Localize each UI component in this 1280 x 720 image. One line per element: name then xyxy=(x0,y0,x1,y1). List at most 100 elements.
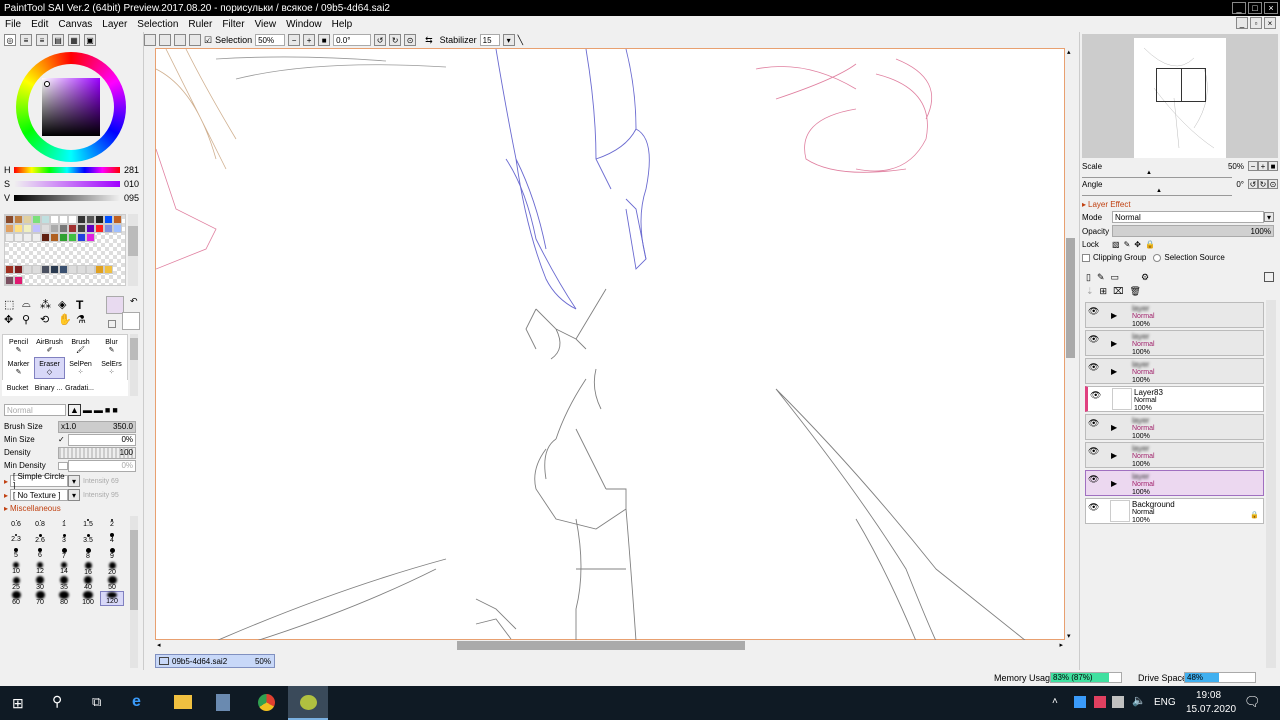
shape-intensity[interactable]: Intensity 69 xyxy=(83,478,119,485)
brush-shape-5-icon[interactable]: ■ xyxy=(112,405,117,415)
min-density-checkbox[interactable] xyxy=(58,461,68,470)
undo-button[interactable] xyxy=(144,34,156,46)
h-value[interactable]: 281 xyxy=(124,165,139,175)
line-tool-icon[interactable]: ╲ xyxy=(518,35,523,46)
stabilizer-dropdown-icon[interactable]: ▾ xyxy=(502,34,515,46)
minimize-button[interactable]: _ xyxy=(1232,2,1246,14)
min-size-checkbox[interactable]: ✓ xyxy=(58,435,68,444)
vertical-scrollbar[interactable]: ▴ ▾ xyxy=(1065,48,1077,640)
layer-row[interactable]: 👁 ▶ layer Normal 100% xyxy=(1085,330,1264,356)
edge-browser-icon[interactable]: e xyxy=(132,693,141,711)
angle-select[interactable]: 0.0° xyxy=(333,34,372,46)
brush-size-field[interactable]: x1.0 350.0 xyxy=(58,420,136,433)
lock-transparency-icon[interactable]: ▧ xyxy=(1112,240,1120,249)
rgb-slider-tab-icon[interactable]: ≡ xyxy=(20,34,32,46)
brush-size-preset[interactable]: 5 xyxy=(4,546,28,561)
nav-rotate-reset-button[interactable]: ⊙ xyxy=(1268,179,1278,189)
visibility-eye-icon[interactable]: 👁 xyxy=(1088,474,1100,484)
brush-texture-select[interactable]: [ No Texture ] xyxy=(10,489,69,501)
merge-down-icon[interactable]: ⊞ xyxy=(1100,286,1108,297)
brush-size-preset[interactable]: 0.6 xyxy=(4,516,28,531)
tray-overflow-icon[interactable]: ˄ xyxy=(1052,696,1058,707)
menu-window[interactable]: Window xyxy=(281,19,327,30)
new-layer-icon[interactable]: ▯ xyxy=(1086,272,1091,283)
brush-size-preset[interactable]: 3.5 xyxy=(76,531,100,546)
tray-app-icon-2[interactable] xyxy=(1094,696,1106,708)
lock-paint-icon[interactable]: ✎ xyxy=(1124,240,1131,249)
clock-time[interactable]: 19:08 xyxy=(1196,690,1221,701)
menu-edit[interactable]: Edit xyxy=(26,19,53,30)
nav-rotate-right-button[interactable]: ↻ xyxy=(1258,179,1268,189)
start-button-icon[interactable]: ⊞ xyxy=(12,695,24,712)
misc-label[interactable]: Miscellaneous xyxy=(10,504,61,513)
doc-restore-button[interactable]: ▫ xyxy=(1250,17,1262,29)
zoom-select[interactable]: 50% xyxy=(255,34,286,46)
texture-intensity[interactable]: Intensity 95 xyxy=(83,492,119,499)
layer-lock-icon[interactable]: 🔒 xyxy=(1250,511,1259,519)
vertical-scroll-thumb[interactable] xyxy=(1066,238,1075,358)
swatch-scrollbar[interactable] xyxy=(128,214,138,286)
swatch-tab-icon[interactable]: ▤ xyxy=(52,34,64,46)
menu-ruler[interactable]: Ruler xyxy=(183,19,217,30)
brush-size-preset[interactable]: 8 xyxy=(76,546,100,561)
brush-size-scrollbar[interactable] xyxy=(130,516,138,668)
swap-colors-icon[interactable]: ↶ xyxy=(130,296,138,307)
scroll-right-icon[interactable]: ▸ xyxy=(1059,641,1063,649)
brush-size-preset[interactable]: 60 xyxy=(4,591,28,606)
brush-size-preset[interactable]: 1.5 xyxy=(76,516,100,531)
clipping-group-checkbox[interactable] xyxy=(1082,253,1090,262)
folder-expand-icon[interactable]: ▶ xyxy=(1111,423,1117,432)
paint-tool-sai-taskbar-button[interactable] xyxy=(288,686,328,720)
color-wheel-tab-icon[interactable]: ◎ xyxy=(4,34,16,46)
scroll-down-icon[interactable]: ▾ xyxy=(1067,632,1071,640)
brush-shape-3-icon[interactable]: ▬ xyxy=(94,405,103,415)
saturation-slider[interactable] xyxy=(14,181,120,187)
keyboard-language[interactable]: ENG xyxy=(1154,697,1176,708)
move-tool-icon[interactable]: ✥ xyxy=(4,313,21,326)
shape-expand-icon[interactable]: ▸ xyxy=(4,477,8,486)
clear-layer-icon[interactable]: ⌧ xyxy=(1113,286,1123,297)
shape-select-icon[interactable]: ◈ xyxy=(58,298,75,312)
delete-layer-icon[interactable]: 🗑 xyxy=(1129,286,1140,297)
brush-shape-select[interactable]: [ Simple Circle ] xyxy=(10,472,69,490)
brush-size-preset[interactable]: 12 xyxy=(28,561,52,576)
folder-expand-icon[interactable]: ▶ xyxy=(1111,339,1117,348)
calculator-icon[interactable] xyxy=(216,694,230,711)
min-density-value[interactable]: 0% xyxy=(68,459,136,472)
selers-tool[interactable]: SelErs ⁘ xyxy=(96,357,127,379)
visibility-eye-icon[interactable]: 👁 xyxy=(1088,418,1100,428)
brush-size-preset[interactable]: 16 xyxy=(76,561,100,576)
brush-size-preset[interactable]: 100 xyxy=(76,591,100,606)
scale-value[interactable]: 50% xyxy=(1228,162,1244,171)
menu-layer[interactable]: Layer xyxy=(97,19,132,30)
layer-list-scrollbar[interactable] xyxy=(1266,300,1276,668)
min-size-value[interactable]: 0% xyxy=(68,433,136,446)
scroll-up-icon[interactable]: ▴ xyxy=(1067,48,1071,56)
new-folder-icon[interactable]: ▭ xyxy=(1111,272,1120,283)
folder-expand-icon[interactable]: ▶ xyxy=(1111,451,1117,460)
scale-slider[interactable]: ▲ xyxy=(1082,170,1232,178)
opacity-field[interactable]: 100% xyxy=(1112,225,1274,237)
volume-icon[interactable]: 🔈 xyxy=(1132,694,1146,707)
lasso-select-icon[interactable]: ⌓ xyxy=(22,298,39,312)
nav-zoom-out-button[interactable]: − xyxy=(1248,161,1258,171)
menu-selection[interactable]: Selection xyxy=(132,19,183,30)
search-icon[interactable]: ⚲ xyxy=(52,693,62,710)
texture-expand-icon[interactable]: ▸ xyxy=(4,491,8,500)
notification-icon[interactable]: 🗨 xyxy=(1244,694,1261,710)
layer-row[interactable]: 👁 ▶ layer Normal 100% xyxy=(1085,470,1264,496)
redo-button[interactable] xyxy=(159,34,171,46)
clock-date[interactable]: 15.07.2020 xyxy=(1186,704,1236,715)
brush-size-preset[interactable]: 4 xyxy=(100,531,124,546)
zoom-in-button[interactable]: + xyxy=(303,34,316,46)
layer-row[interactable]: 👁 ▶ layer Normal 100% xyxy=(1085,442,1264,468)
invert-selection-button[interactable] xyxy=(189,34,201,46)
selpen-tool[interactable]: SelPen ⁘ xyxy=(65,357,96,379)
visibility-eye-icon[interactable]: 👁 xyxy=(1088,446,1100,456)
eyedropper-icon[interactable]: ⚗ xyxy=(76,313,93,326)
visibility-eye-icon[interactable]: 👁 xyxy=(1090,390,1102,400)
misc-expand-icon[interactable]: ▸ xyxy=(4,504,8,513)
folder-expand-icon[interactable]: ▶ xyxy=(1111,311,1117,320)
zoom-reset-button[interactable]: ■ xyxy=(318,34,331,46)
layer-row[interactable]: 👁 Layer83 Normal 100% xyxy=(1085,386,1264,412)
